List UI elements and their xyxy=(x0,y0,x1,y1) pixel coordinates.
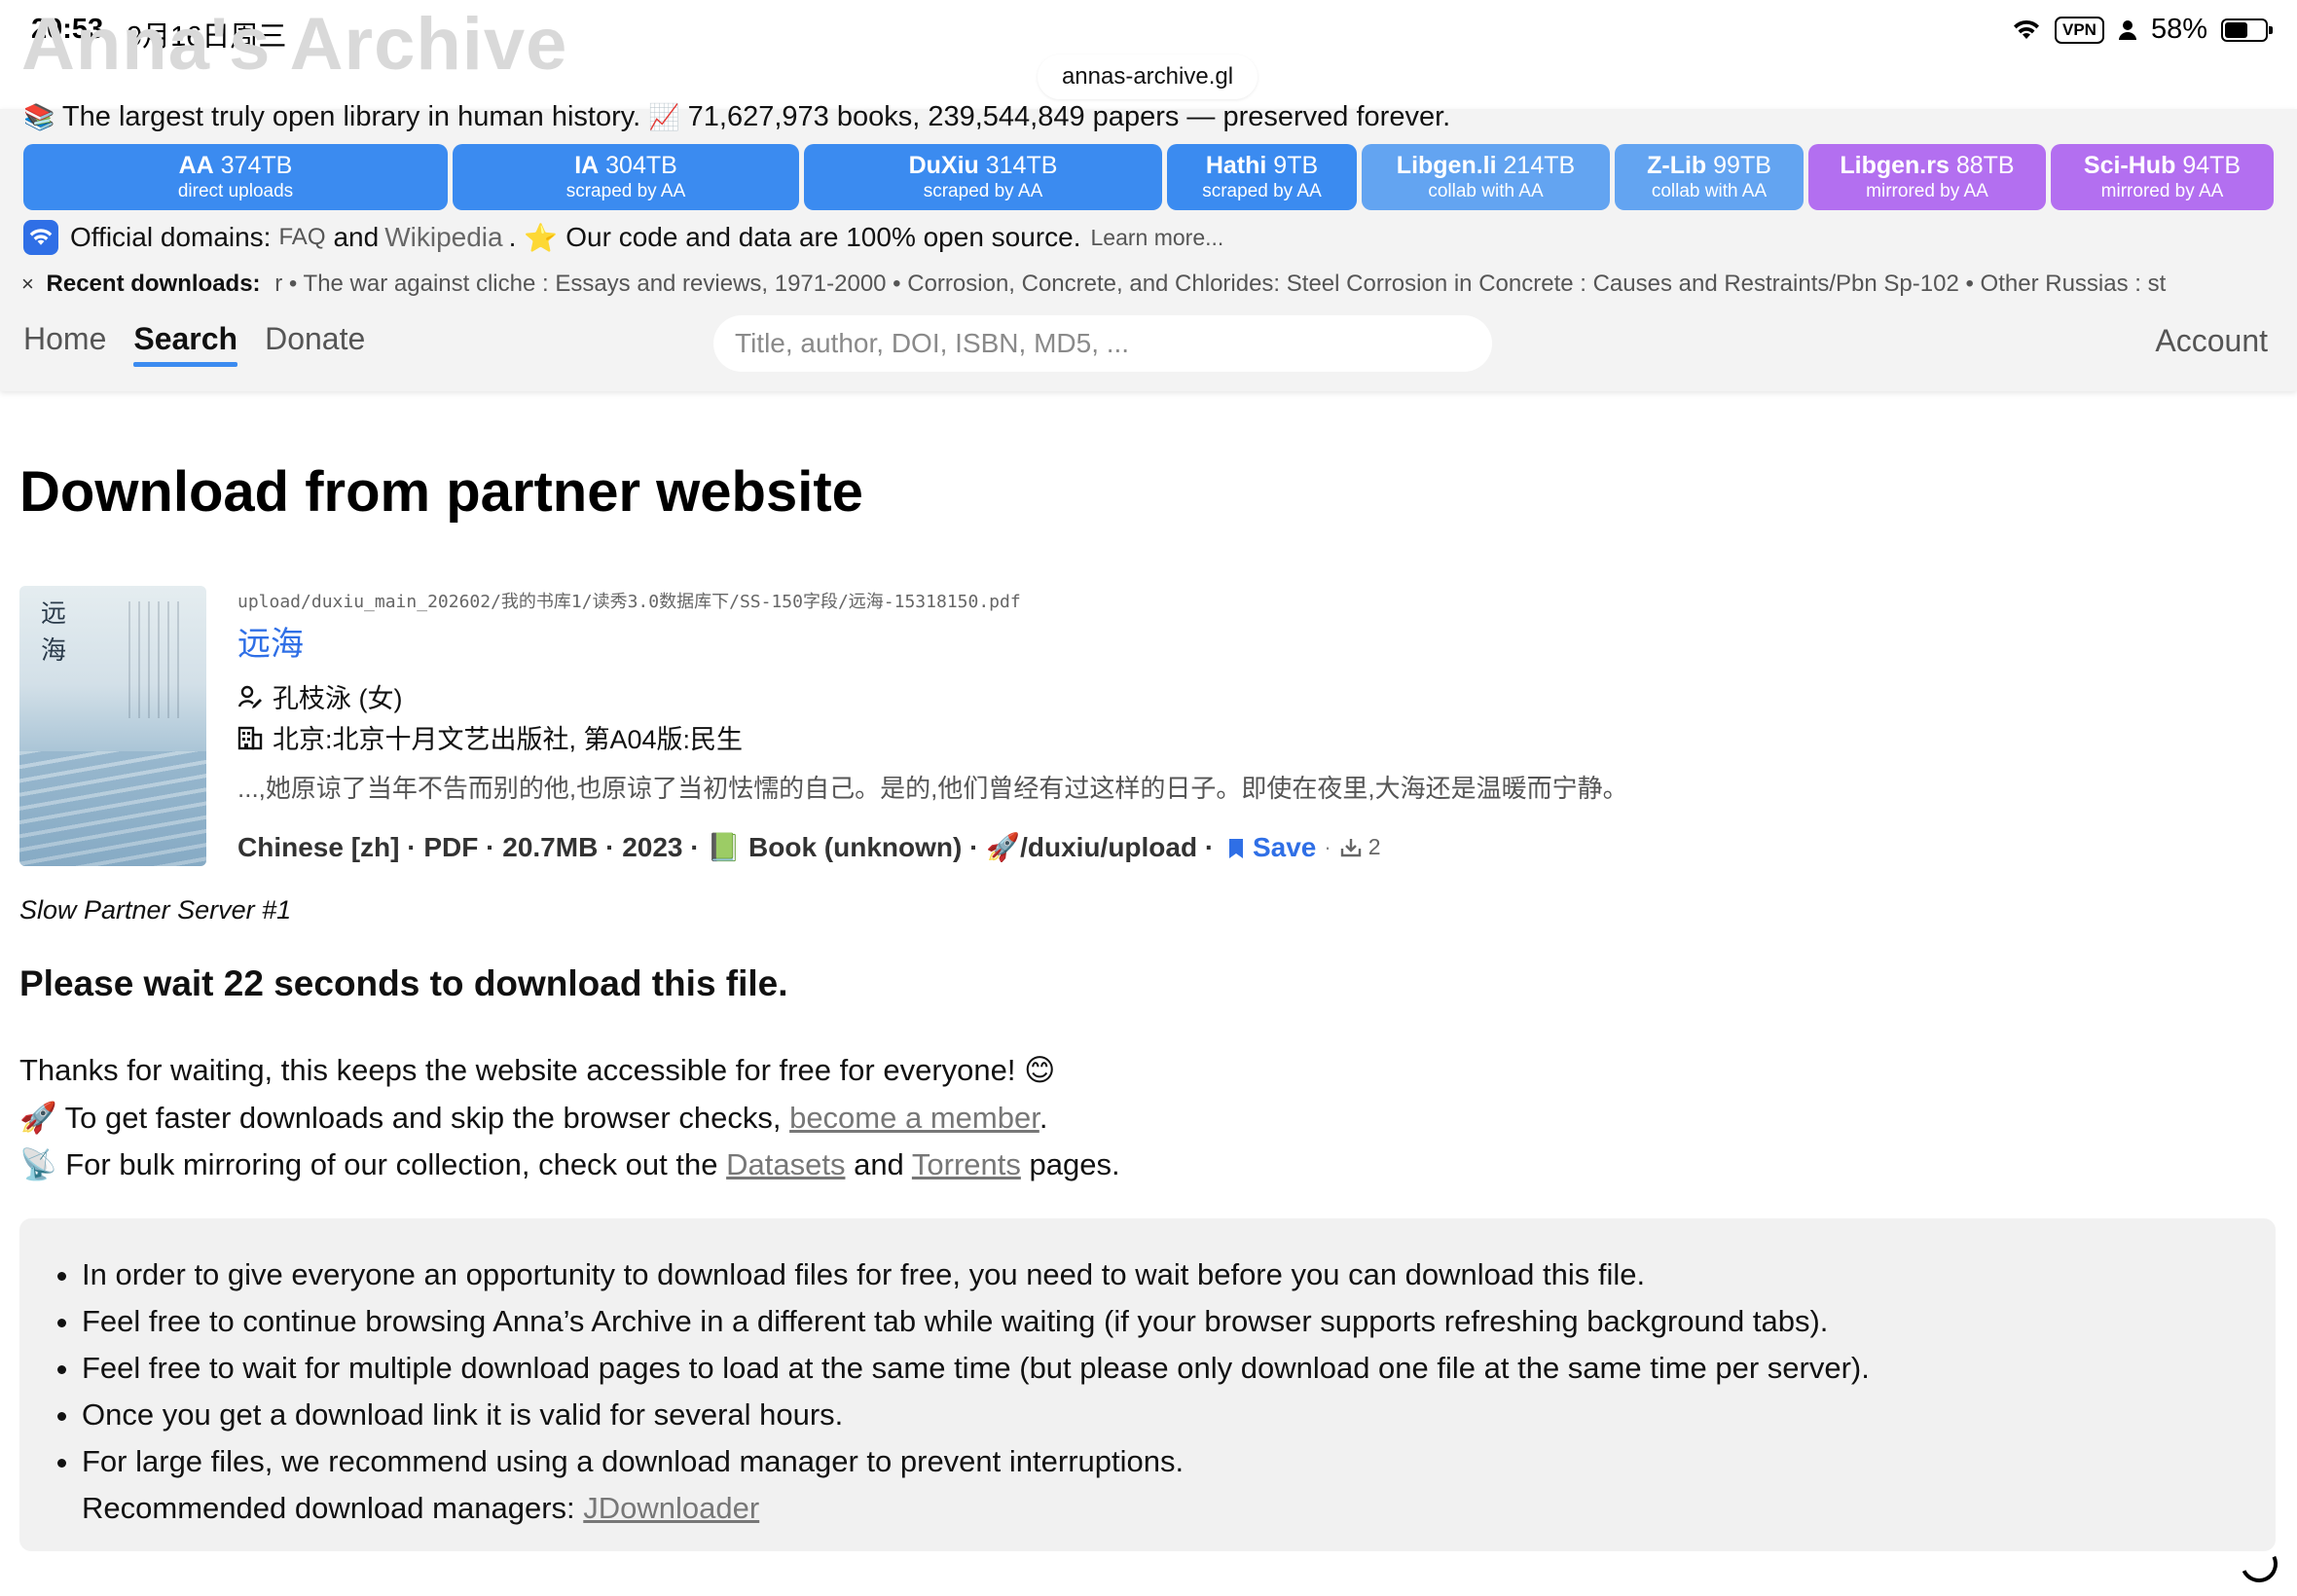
book-details: Chinese [zh] · PDF · 20.7MB · 2023 · 📗 B… xyxy=(237,831,1381,863)
book-author[interactable]: 孔枝泳 (女) xyxy=(273,677,402,715)
source-duxiu[interactable]: DuXiu 314TB scraped by AA xyxy=(804,144,1162,210)
status-icons: VPN 58% xyxy=(2012,14,2273,46)
book-year: 2023 xyxy=(622,831,683,862)
tip-item: Feel free to wait for multiple download … xyxy=(82,1345,2276,1392)
wikipedia-link[interactable]: Wikipedia xyxy=(384,222,502,253)
author-icon xyxy=(237,685,262,708)
source-libgen-li[interactable]: Libgen.li 214TB collab with AA xyxy=(1362,144,1610,210)
faster-downloads-message: 🚀 To get faster downloads and skip the b… xyxy=(19,1101,1048,1135)
bookmark-icon xyxy=(1229,838,1244,858)
vpn-badge: VPN xyxy=(2054,16,2104,44)
author-row: 孔枝泳 (女) xyxy=(237,677,402,715)
nav-donate[interactable]: Donate xyxy=(265,321,365,365)
thanks-message: Thanks for waiting, this keeps the websi… xyxy=(19,1053,1056,1087)
site-tagline: 📚 The largest truly open library in huma… xyxy=(23,101,1451,132)
tips-list: In order to give everyone an opportunity… xyxy=(19,1251,2276,1532)
download-tips: In order to give everyone an opportunity… xyxy=(19,1218,2276,1551)
learn-more-link[interactable]: Learn more... xyxy=(1091,225,1224,251)
recent-downloads: × Recent downloads: r • The war against … xyxy=(21,271,2276,298)
download-count-icon xyxy=(1340,838,1361,856)
torrents-link[interactable]: Torrents xyxy=(912,1147,1021,1181)
tip-item: Feel free to continue browsing Anna’s Ar… xyxy=(82,1298,2276,1345)
battery-percent: 58% xyxy=(2150,14,2207,45)
source-ia[interactable]: IA 304TB scraped by AA xyxy=(453,144,799,210)
faq-link[interactable]: FAQ xyxy=(278,224,325,251)
tip-item: In order to give everyone an opportunity… xyxy=(82,1251,2276,1298)
tip-item: For large files, we recommend using a do… xyxy=(82,1438,2276,1532)
server-name: Slow Partner Server #1 xyxy=(19,895,292,925)
datasets-link[interactable]: Datasets xyxy=(726,1147,845,1181)
close-icon[interactable]: × xyxy=(21,272,34,296)
satellite-icon: 📡 xyxy=(19,1147,57,1181)
bulk-mirroring-message: 📡 For bulk mirroring of our collection, … xyxy=(19,1147,1120,1181)
book-format: PDF xyxy=(423,831,479,862)
search-input[interactable] xyxy=(713,315,1492,372)
source-zlib[interactable]: Z-Lib 99TB collab with AA xyxy=(1615,144,1804,210)
book-type: Book (unknown) xyxy=(748,831,963,862)
publisher-row: 北京:北京十月文艺出版社, 第A04版:民生 xyxy=(237,718,743,756)
person-icon xyxy=(2118,19,2136,40)
wifi-icon xyxy=(2013,19,2039,39)
book-source: /duxiu/upload xyxy=(1020,831,1198,862)
source-hathi[interactable]: Hathi 9TB scraped by AA xyxy=(1167,144,1357,210)
building-icon xyxy=(237,726,263,749)
recent-downloads-label: Recent downloads: xyxy=(46,271,261,297)
nav-search[interactable]: Search xyxy=(133,321,237,367)
books-icon: 📚 xyxy=(23,102,55,131)
book-language: Chinese [zh] xyxy=(237,831,400,862)
wait-message: Please wait 22 seconds to download this … xyxy=(19,963,788,1003)
recent-downloads-list[interactable]: r • The war against cliche : Essays and … xyxy=(274,271,2166,297)
recommended-managers: Recommended download managers: JDownload… xyxy=(82,1491,760,1525)
source-aa[interactable]: AA 374TB direct uploads xyxy=(23,144,448,210)
account-link[interactable]: Account xyxy=(2155,323,2268,359)
broadcast-icon xyxy=(23,220,58,255)
main-nav: Home Search Donate xyxy=(23,321,365,367)
cover-char-1: 远 xyxy=(41,599,67,629)
page-title: Download from partner website xyxy=(19,460,863,524)
file-path: upload/duxiu_main_202602/我的书库1/读秀3.0数据库下… xyxy=(237,592,1021,612)
jdownloader-link[interactable]: JDownloader xyxy=(583,1491,759,1525)
save-button[interactable]: Save xyxy=(1227,832,1316,863)
domains-bar: Official domains: FAQ and Wikipedia . ⭐ … xyxy=(23,220,1223,255)
book-title-link[interactable]: 远海 xyxy=(237,617,304,665)
cover-char-2: 海 xyxy=(41,636,67,666)
smile-icon: 😊 xyxy=(1024,1053,1056,1087)
source-libgen-rs[interactable]: Libgen.rs 88TB mirrored by AA xyxy=(1808,144,2046,210)
rocket-icon: 🚀 xyxy=(986,832,1021,862)
book-cover[interactable]: 远 海 xyxy=(19,586,206,866)
download-count: 2 xyxy=(1367,834,1381,859)
url-bar[interactable]: annas-archive.gl xyxy=(1038,54,1258,99)
battery-icon xyxy=(2221,18,2273,42)
tip-item: Once you get a download link it is valid… xyxy=(82,1392,2276,1438)
rocket-icon: 🚀 xyxy=(19,1101,57,1135)
book-size: 20.7MB xyxy=(502,831,599,862)
battery-fill xyxy=(2225,21,2247,38)
site-logo-title: Anna's Archive xyxy=(21,3,568,86)
chart-icon: 📈 xyxy=(648,102,680,131)
source-scihub[interactable]: Sci-Hub 94TB mirrored by AA xyxy=(2051,144,2274,210)
book-publisher: 北京:北京十月文艺出版社, 第A04版:民生 xyxy=(273,725,744,754)
nav-home[interactable]: Home xyxy=(23,321,106,365)
book-description: ...,她原谅了当年不告而别的他,也原谅了当初怯懦的自己。是的,他们曾经有过这样… xyxy=(237,774,1628,803)
green-book-icon: 📗 xyxy=(707,832,742,862)
star-icon: ⭐ xyxy=(524,222,559,253)
become-member-link[interactable]: become a member xyxy=(789,1101,1039,1135)
